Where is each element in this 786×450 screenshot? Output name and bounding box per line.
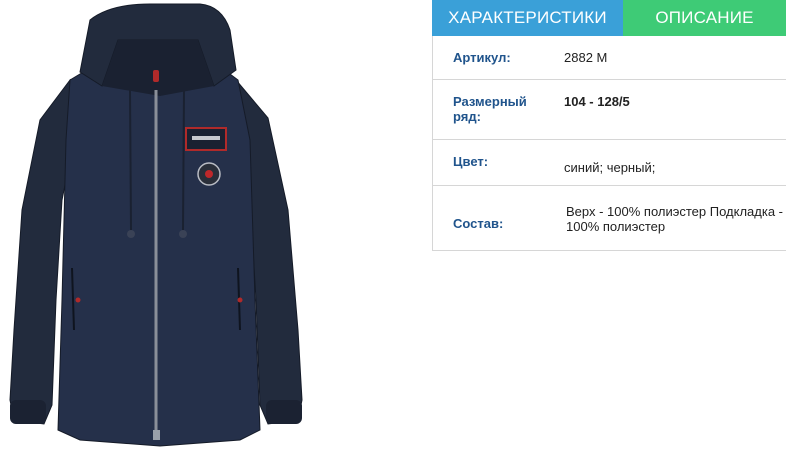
spec-value: синий; черный;	[564, 160, 656, 175]
specs-table: Артикул: 2882 М Размерный ряд: 104 - 128…	[432, 36, 786, 251]
tab-characteristics[interactable]: ХАРАКТЕРИСТИКИ	[432, 0, 623, 36]
spec-row-composition: Состав: Верх - 100% полиэстер Подкладка …	[433, 185, 786, 250]
spec-row-article: Артикул: 2882 М	[433, 36, 786, 79]
spec-value: 104 - 128/5	[564, 94, 630, 109]
spec-row-color: Цвет: синий; черный;	[433, 139, 786, 185]
spec-value: 2882 М	[564, 50, 608, 65]
tab-description[interactable]: ОПИСАНИЕ	[623, 0, 786, 36]
spec-label: Артикул:	[453, 50, 511, 65]
spec-label: Состав:	[453, 216, 504, 231]
spec-value: Верх - 100% полиэстер Подкладка - 100% п…	[566, 204, 783, 234]
spec-row-size-range: Размерный ряд: 104 - 128/5	[433, 79, 786, 139]
jacket-illustration	[9, 3, 303, 447]
product-image	[0, 0, 336, 450]
spec-label: Размерный ряд:	[453, 94, 527, 124]
spec-label: Цвет:	[453, 154, 489, 169]
tab-bar: ХАРАКТЕРИСТИКИ ОПИСАНИЕ	[432, 0, 786, 36]
